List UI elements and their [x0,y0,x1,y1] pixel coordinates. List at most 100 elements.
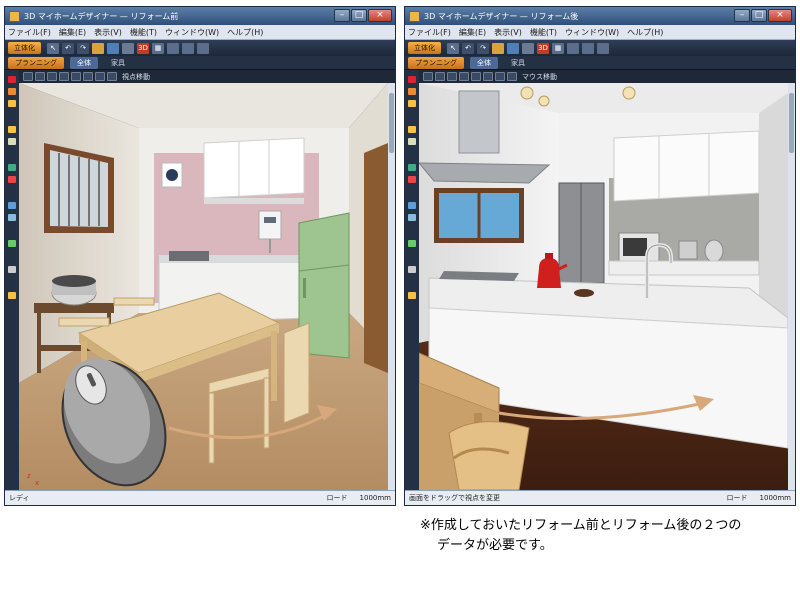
furniture-tool-icon[interactable] [8,176,16,183]
save-icon[interactable] [107,42,119,54]
grid-icon[interactable]: ▦ [552,42,564,54]
rotate-icon[interactable] [59,72,69,81]
floor-tool-icon[interactable] [408,100,416,107]
menu-tools[interactable]: 機能(T) [130,27,157,38]
menu-view[interactable]: 表示(V) [494,27,522,38]
grid-icon[interactable]: ▦ [152,42,164,54]
close-button[interactable]: × [368,9,392,22]
door-tool-icon[interactable] [408,126,416,133]
folder-icon[interactable] [492,42,504,54]
3d-viewport-after[interactable] [419,83,788,490]
build-3d-button[interactable]: 立体化 [8,42,41,54]
wall-tool-icon[interactable] [408,76,416,83]
redo-icon[interactable]: ↷ [477,42,489,54]
floor-tool-icon[interactable] [8,100,16,107]
measure-tool-icon[interactable] [8,292,16,299]
menu-edit[interactable]: 編集(E) [459,27,486,38]
reset-view-icon[interactable] [495,72,505,81]
print-icon[interactable] [122,42,134,54]
vertical-scrollbar[interactable] [788,83,795,490]
layer-icon[interactable] [167,42,179,54]
measure-tool-icon[interactable] [408,292,416,299]
move-icon[interactable] [423,72,433,81]
text-tool-icon[interactable] [8,266,16,273]
furniture-tool-icon[interactable] [408,176,416,183]
menu-help[interactable]: ヘルプ(H) [227,27,263,38]
menu-help[interactable]: ヘルプ(H) [627,27,663,38]
move-icon[interactable] [23,72,33,81]
walk-icon[interactable] [471,72,481,81]
camera-view-icon[interactable] [507,72,517,81]
zoom-in-icon[interactable] [35,72,45,81]
zoom-out-icon[interactable] [447,72,457,81]
stair-tool-icon[interactable] [8,164,16,171]
garden-tool-icon[interactable] [408,240,416,247]
undo-icon[interactable]: ↶ [62,42,74,54]
scroll-thumb[interactable] [389,93,394,153]
material-tool-icon[interactable] [408,214,416,221]
build-3d-button[interactable]: 立体化 [408,42,441,54]
settings-icon[interactable] [597,42,609,54]
3d-viewport-before[interactable]: z x [19,83,388,490]
wall-tool-icon[interactable] [8,76,16,83]
caption-note: ※作成しておいたリフォーム前とリフォーム後の２つの データが必要です。 [420,516,796,556]
minimize-button[interactable]: – [334,9,350,22]
walk-icon[interactable] [71,72,81,81]
render-3d-icon[interactable]: 3D [537,42,549,54]
tab-furniture[interactable]: 家具 [104,57,132,69]
menu-window[interactable]: ウィンドウ(W) [565,27,619,38]
tab-planning[interactable]: プランニング [408,56,464,69]
pointer-icon[interactable]: ↖ [447,42,459,54]
zoom-out-icon[interactable] [47,72,57,81]
stair-tool-icon[interactable] [408,164,416,171]
menu-window[interactable]: ウィンドウ(W) [165,27,219,38]
close-button[interactable]: × [768,9,792,22]
tab-planning[interactable]: プランニング [8,56,64,69]
tab-whole[interactable]: 全体 [70,56,98,69]
maximize-button[interactable]: □ [351,9,367,22]
save-icon[interactable] [507,42,519,54]
text-tool-icon[interactable] [408,266,416,273]
layer-icon[interactable] [567,42,579,54]
status-mode: ロード [726,494,748,502]
window-tool-icon[interactable] [8,138,16,145]
window-tool-icon[interactable] [408,138,416,145]
render-3d-icon[interactable]: 3D [137,42,149,54]
rotate-icon[interactable] [459,72,469,81]
scroll-thumb[interactable] [789,93,794,153]
light-tool-icon[interactable] [8,202,16,209]
menu-file[interactable]: ファイル(F) [8,27,51,38]
door-tool-icon[interactable] [8,126,16,133]
material-tool-icon[interactable] [8,214,16,221]
redo-icon[interactable]: ↷ [77,42,89,54]
tab-whole[interactable]: 全体 [470,56,498,69]
tab-furniture[interactable]: 家具 [504,57,532,69]
camera-icon[interactable] [182,42,194,54]
menu-file[interactable]: ファイル(F) [408,27,451,38]
menu-view[interactable]: 表示(V) [94,27,122,38]
pointer-icon[interactable]: ↖ [47,42,59,54]
vertical-scrollbar[interactable] [388,83,395,490]
main-toolbar: 立体化 ↖ ↶ ↷ 3D ▦ [405,40,795,56]
look-icon[interactable] [83,72,93,81]
garden-tool-icon[interactable] [8,240,16,247]
menu-tools[interactable]: 機能(T) [530,27,557,38]
reset-view-icon[interactable] [95,72,105,81]
maximize-button[interactable]: □ [751,9,767,22]
view-mode-label: 視点移動 [122,72,150,81]
print-icon[interactable] [522,42,534,54]
minimize-button[interactable]: – [734,9,750,22]
folder-icon[interactable] [92,42,104,54]
zoom-in-icon[interactable] [435,72,445,81]
window-title: 3D マイホームデザイナー — リフォーム後 [424,11,579,21]
camera-view-icon[interactable] [107,72,117,81]
look-icon[interactable] [483,72,493,81]
menu-edit[interactable]: 編集(E) [59,27,86,38]
settings-icon[interactable] [197,42,209,54]
camera-icon[interactable] [582,42,594,54]
roof-tool-icon[interactable] [408,88,416,95]
svg-text:x: x [35,479,39,487]
undo-icon[interactable]: ↶ [462,42,474,54]
light-tool-icon[interactable] [408,202,416,209]
roof-tool-icon[interactable] [8,88,16,95]
